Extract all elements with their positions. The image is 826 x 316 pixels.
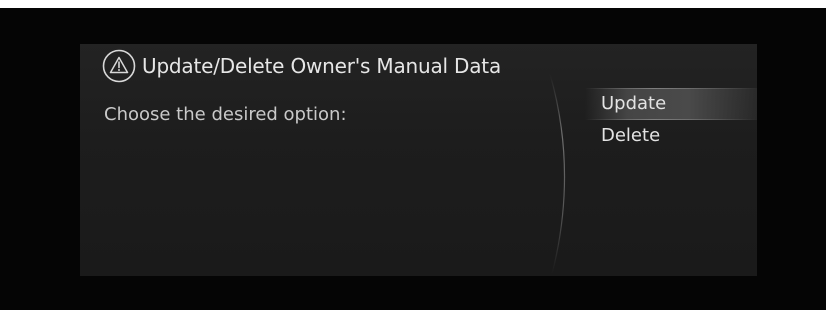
- dialog-header: Update/Delete Owner's Manual Data: [102, 46, 501, 86]
- delete-option[interactable]: Delete: [585, 120, 757, 152]
- options-list: Update Delete: [585, 88, 757, 152]
- update-option[interactable]: Update: [585, 88, 757, 120]
- update-delete-dialog: Update/Delete Owner's Manual Data Choose…: [80, 44, 757, 276]
- delete-option-label: Delete: [601, 125, 661, 146]
- dialog-message: Choose the desired option:: [104, 104, 347, 125]
- curved-divider: [549, 73, 566, 275]
- display-screen: Update/Delete Owner's Manual Data Choose…: [0, 8, 826, 310]
- warning-triangle-icon: [102, 49, 136, 83]
- dialog-title: Update/Delete Owner's Manual Data: [142, 54, 502, 78]
- update-option-label: Update: [601, 93, 667, 114]
